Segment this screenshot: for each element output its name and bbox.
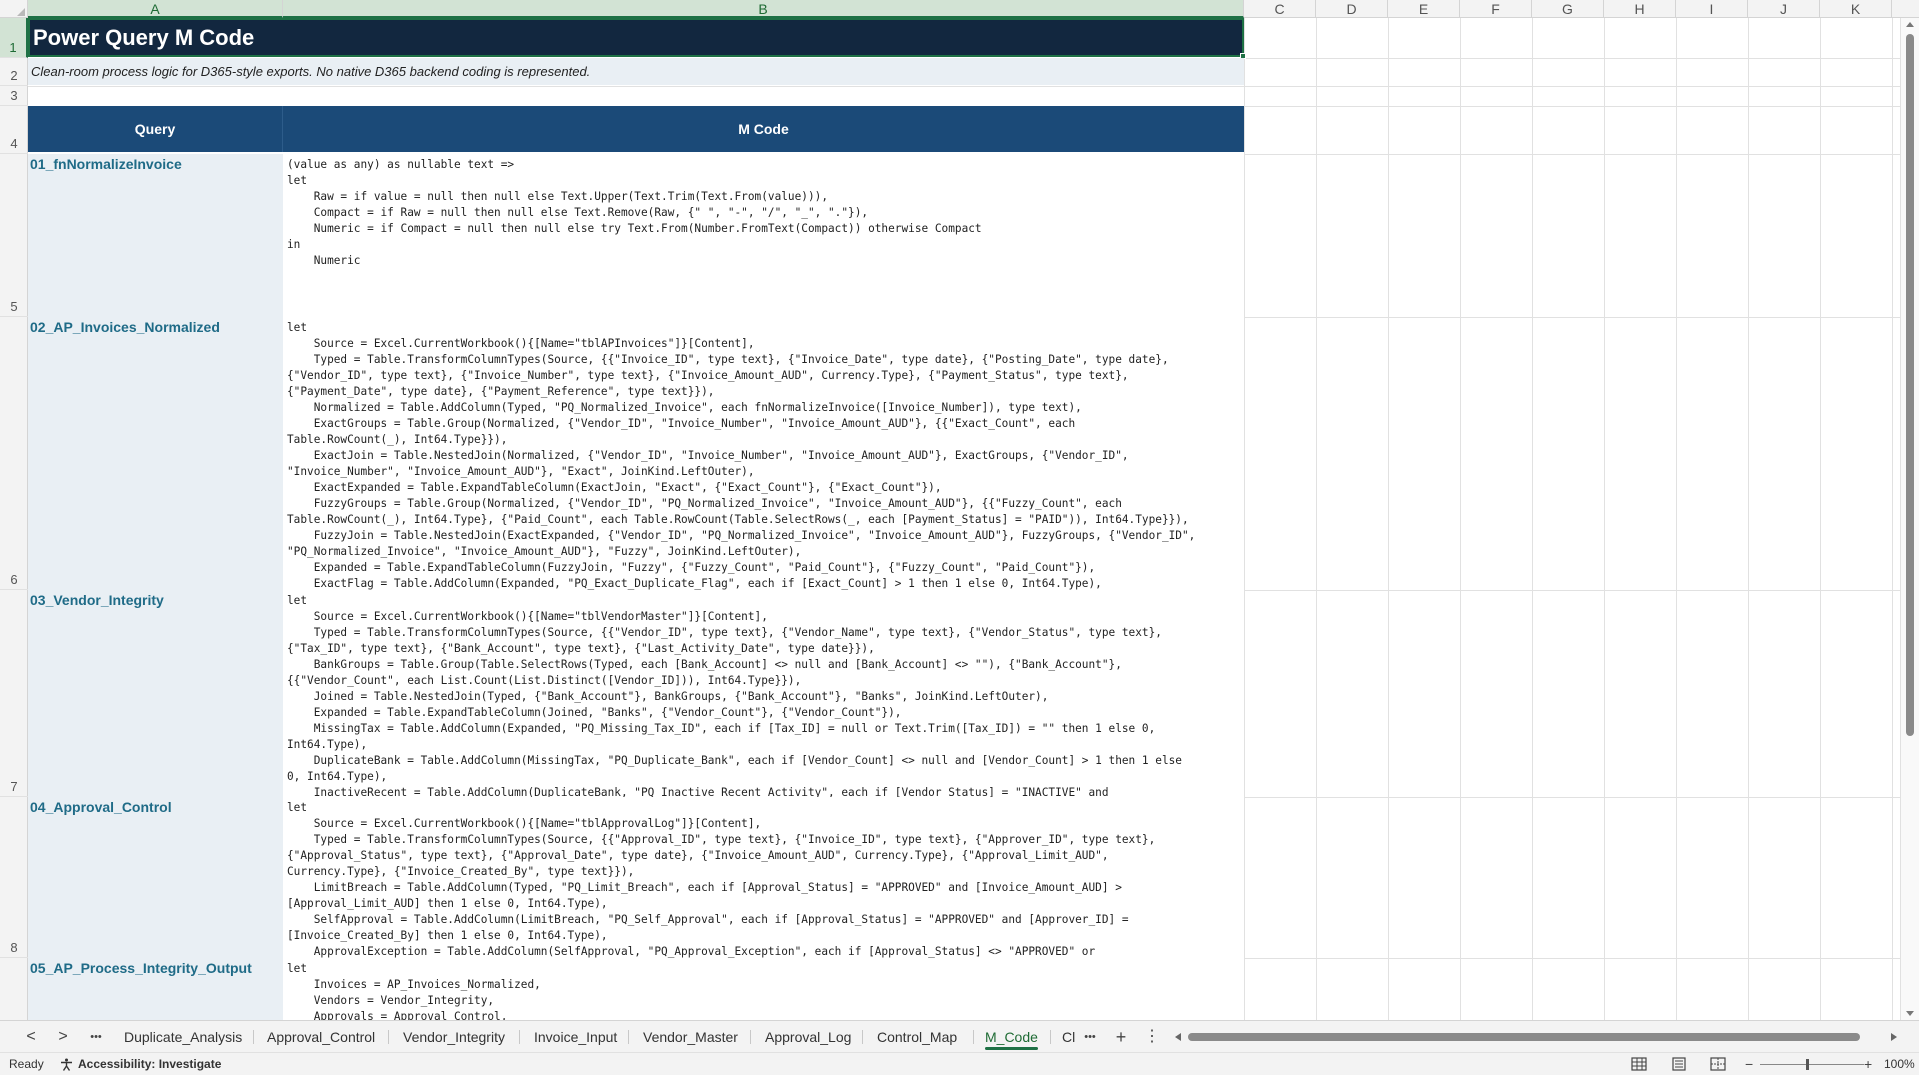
- column-header-f[interactable]: F: [1460, 0, 1532, 18]
- sheet-tab-bar: < > ••• Duplicate_Analysis Approval_Cont…: [0, 1020, 1919, 1052]
- sheet-tab-control-map[interactable]: Control_Map: [867, 1021, 967, 1053]
- column-header-bar: A B C D E F G H I J K: [0, 0, 1919, 18]
- sheet-tab-approval-log[interactable]: Approval_Log: [755, 1021, 861, 1053]
- query-name-cell[interactable]: 02_AP_Invoices_Normalized: [28, 317, 283, 590]
- query-name-cell[interactable]: 03_Vendor_Integrity: [28, 590, 283, 797]
- mcode-text: let Source = Excel.CurrentWorkbook(){[Na…: [287, 594, 1182, 797]
- mcode-column-header[interactable]: M Code: [283, 106, 1244, 152]
- cell-grid[interactable]: Power Query M Code Clean-room process lo…: [28, 18, 1900, 1020]
- scroll-up-icon[interactable]: [1906, 22, 1914, 27]
- sheet-subtitle-cell[interactable]: Clean-room process logic for D365-style …: [28, 58, 1244, 85]
- column-header-c[interactable]: C: [1244, 0, 1316, 18]
- column-header-k[interactable]: K: [1820, 0, 1892, 18]
- query-name-cell[interactable]: 01_fnNormalizeInvoice: [28, 154, 283, 317]
- horizontal-scrollbar[interactable]: [1172, 1030, 1900, 1044]
- more-sheets-button[interactable]: •••: [84, 1021, 108, 1053]
- status-ready-text: Ready: [9, 1057, 44, 1071]
- status-bar: Ready Accessibility: Investigate − + 100…: [0, 1052, 1919, 1075]
- previous-sheet-button[interactable]: <: [20, 1021, 42, 1053]
- vertical-scroll-thumb[interactable]: [1906, 34, 1914, 736]
- column-header-i[interactable]: I: [1676, 0, 1748, 18]
- row-header-1[interactable]: 1: [0, 18, 28, 58]
- page-layout-view-icon[interactable]: [1671, 1057, 1687, 1071]
- horizontal-scroll-thumb[interactable]: [1188, 1033, 1860, 1041]
- column-header-e[interactable]: E: [1388, 0, 1460, 18]
- query-name-cell[interactable]: 05_AP_Process_Integrity_Output: [28, 958, 283, 1020]
- vertical-scrollbar[interactable]: [1900, 18, 1919, 1020]
- row-header-5[interactable]: 5: [0, 154, 28, 317]
- column-header-j[interactable]: J: [1748, 0, 1820, 18]
- sheet-tab-approval-control[interactable]: Approval_Control: [257, 1021, 385, 1053]
- mcode-text: let Source = Excel.CurrentWorkbook(){[Na…: [287, 801, 1156, 958]
- mcode-cell[interactable]: let Source = Excel.CurrentWorkbook(){[Na…: [283, 590, 1244, 797]
- mcode-cell[interactable]: (value as any) as nullable text => let R…: [283, 154, 1244, 317]
- zoom-in-button[interactable]: +: [1864, 1053, 1872, 1075]
- mcode-cell[interactable]: let Source = Excel.CurrentWorkbook(){[Na…: [283, 317, 1244, 590]
- column-header-d[interactable]: D: [1316, 0, 1388, 18]
- sheet-tab-m-code[interactable]: M_Code: [975, 1021, 1048, 1053]
- row-header-6[interactable]: 6: [0, 317, 28, 590]
- sheet-tab-invoice-input[interactable]: Invoice_Input: [524, 1021, 627, 1053]
- sheet-tab-cl[interactable]: Cl: [1052, 1021, 1080, 1053]
- query-column-header[interactable]: Query: [28, 106, 283, 152]
- column-header-a[interactable]: A: [28, 0, 283, 18]
- row-header-8[interactable]: 8: [0, 797, 28, 958]
- select-all-button[interactable]: [0, 0, 28, 18]
- mcode-text: (value as any) as nullable text => let R…: [287, 158, 982, 267]
- page-break-preview-icon[interactable]: [1710, 1057, 1726, 1071]
- scroll-left-icon[interactable]: [1175, 1033, 1181, 1041]
- column-header-g[interactable]: G: [1532, 0, 1604, 18]
- accessibility-status-button[interactable]: Accessibility: Investigate: [78, 1053, 221, 1075]
- sheet-options-button[interactable]: ⋮: [1142, 1021, 1162, 1053]
- column-header-b[interactable]: B: [283, 0, 1244, 18]
- normal-view-icon[interactable]: [1631, 1057, 1647, 1071]
- spreadsheet-window: A B C D E F G H I J K 1 2 3 4 5 6 7 8 Po…: [0, 0, 1919, 1075]
- sheet-tab-duplicate-analysis[interactable]: Duplicate_Analysis: [114, 1021, 252, 1053]
- row-header-4[interactable]: 4: [0, 106, 28, 154]
- row-header-7[interactable]: 7: [0, 590, 28, 797]
- accessibility-icon: [61, 1058, 72, 1071]
- scroll-right-icon[interactable]: [1891, 1033, 1897, 1041]
- mcode-cell[interactable]: let Invoices = AP_Invoices_Normalized, V…: [283, 958, 1244, 1020]
- zoom-level-text[interactable]: 100%: [1884, 1053, 1915, 1075]
- query-name-cell[interactable]: 04_Approval_Control: [28, 797, 283, 958]
- mcode-text: let Invoices = AP_Invoices_Normalized, V…: [287, 962, 541, 1020]
- add-sheet-button[interactable]: +: [1110, 1021, 1132, 1053]
- zoom-out-button[interactable]: −: [1745, 1053, 1753, 1075]
- more-sheets-right-button[interactable]: •••: [1080, 1021, 1100, 1053]
- sheet-tab-vendor-integrity[interactable]: Vendor_Integrity: [393, 1021, 515, 1053]
- sheet-title-cell[interactable]: Power Query M Code: [28, 18, 1244, 57]
- sheet-tab-vendor-master[interactable]: Vendor_Master: [633, 1021, 748, 1053]
- mcode-cell[interactable]: let Source = Excel.CurrentWorkbook(){[Na…: [283, 797, 1244, 958]
- row-header-3[interactable]: 3: [0, 86, 28, 106]
- column-header-h[interactable]: H: [1604, 0, 1676, 18]
- scroll-down-icon[interactable]: [1906, 1011, 1914, 1016]
- row-header-2[interactable]: 2: [0, 58, 28, 86]
- zoom-slider[interactable]: [1760, 1064, 1864, 1065]
- next-sheet-button[interactable]: >: [52, 1021, 74, 1053]
- row-header-bar: 1 2 3 4 5 6 7 8: [0, 18, 28, 1020]
- zoom-slider-thumb[interactable]: [1805, 1059, 1809, 1070]
- mcode-text: let Source = Excel.CurrentWorkbook(){[Na…: [287, 321, 1196, 590]
